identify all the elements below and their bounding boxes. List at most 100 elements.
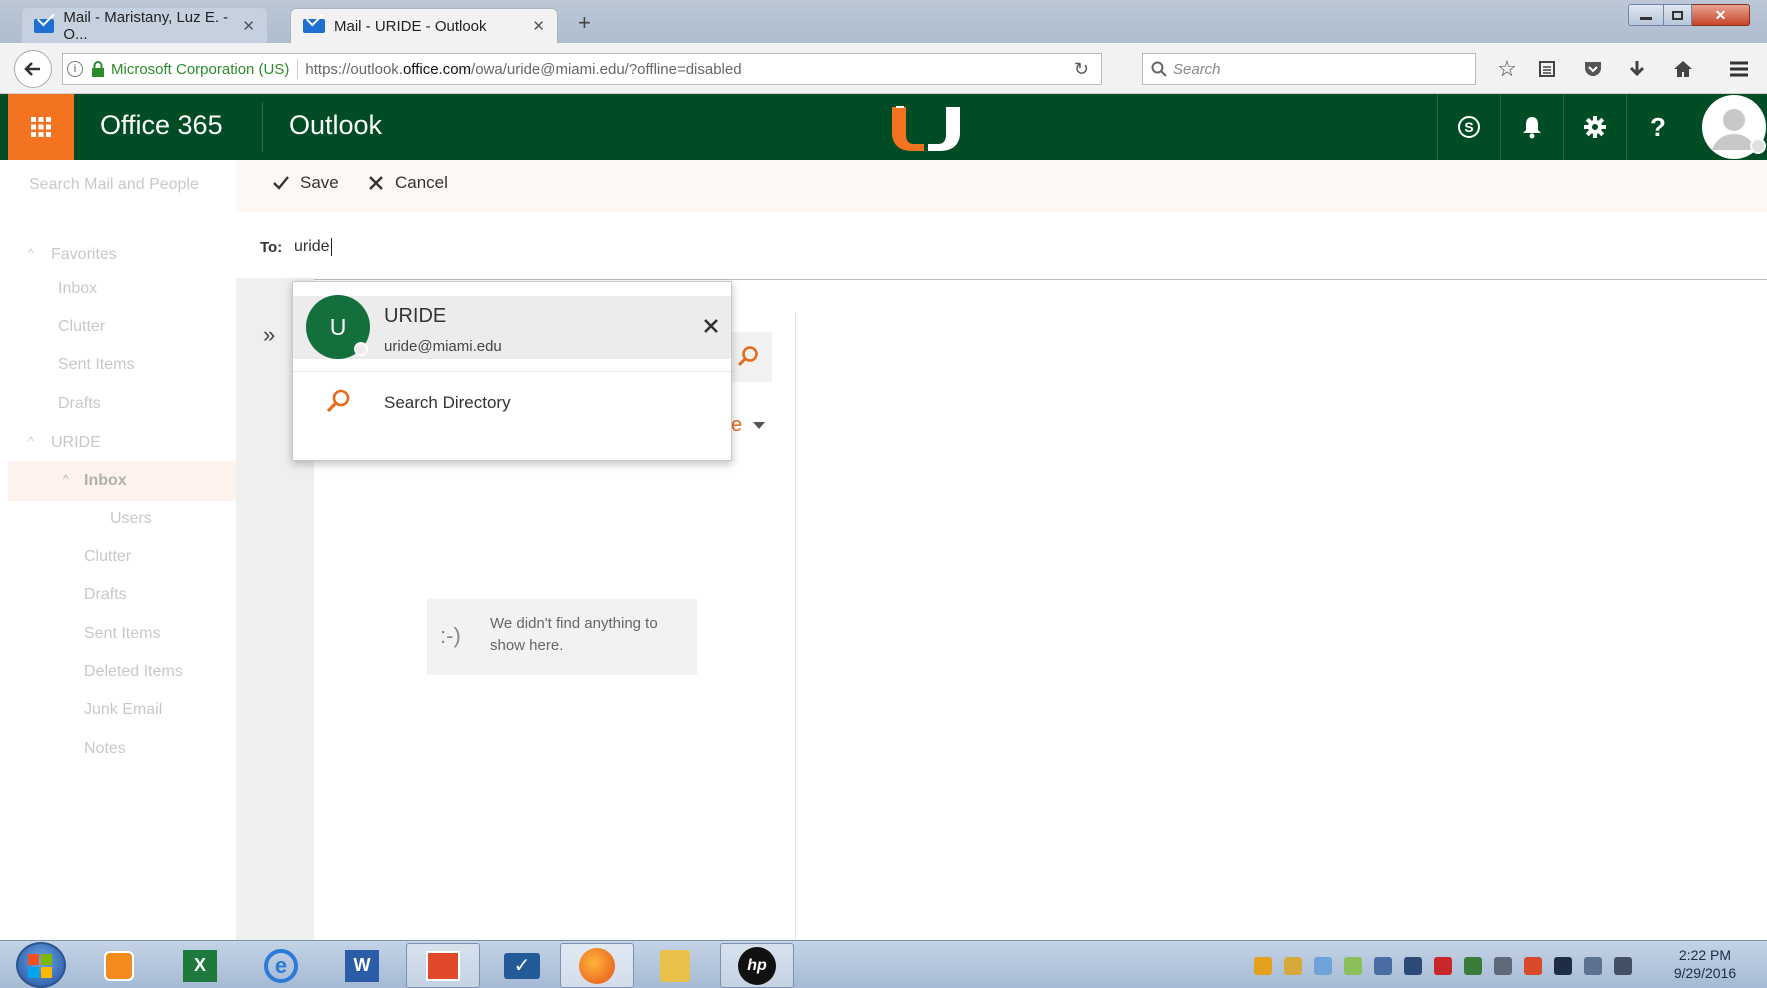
bell-icon[interactable] [1500,94,1563,160]
to-recipient-input[interactable]: uride [294,238,332,256]
save-button[interactable]: Save [272,173,339,193]
command-bar [236,160,1767,212]
reload-icon[interactable]: ↻ [1074,59,1089,80]
taskbar-tasks-icon[interactable]: ✓ [485,943,559,988]
windows-logo-icon [28,954,52,978]
search-icon [326,389,350,413]
search-icon [1151,61,1167,77]
taskbar-hp-icon[interactable]: hp [720,943,794,988]
skype-icon[interactable]: S [1437,94,1500,160]
favorites-header[interactable]: Favorites [51,246,117,264]
tab-title: Mail - URIDE - Outlook [334,17,487,35]
minimize-icon[interactable] [1628,4,1664,26]
gear-icon[interactable] [1563,94,1626,160]
favorite-sent-items[interactable]: Sent Items [58,356,134,374]
close-icon [369,176,383,190]
folder-deleted-items[interactable]: Deleted Items [84,663,183,681]
suggestion-row[interactable]: U URIDE uride@miami.edu [293,295,731,359]
help-icon[interactable]: ? [1626,94,1689,160]
collapse-icon[interactable]: ^ [28,434,34,448]
browser-search-input[interactable]: Search [1142,53,1476,85]
search-icon [737,346,758,367]
favorite-drafts[interactable]: Drafts [58,395,101,413]
reading-list-icon[interactable] [1532,56,1562,82]
tray-icon[interactable] [1314,957,1332,975]
search-mail-input[interactable]: Search Mail and People [29,176,199,194]
start-button[interactable] [16,942,66,988]
lock-icon [92,61,104,77]
tray-icon[interactable] [1464,957,1482,975]
taskbar-ie-icon[interactable]: e [244,943,318,988]
folder-pane: Search Mail and People ^ Favorites Inbox… [8,160,236,940]
taskbar-outlook-icon[interactable] [406,943,480,988]
suggestion-name: URIDE [384,305,447,327]
mail-icon [34,18,55,33]
tray-icon[interactable] [1254,957,1272,975]
expand-pane-icon[interactable]: » [263,322,275,348]
filter-label-partial[interactable]: e [731,414,742,437]
remove-suggestion-icon[interactable] [703,318,719,339]
close-tab-icon[interactable]: ✕ [532,17,545,35]
empty-state-message: We didn't find anything to show here. [490,615,658,654]
pocket-icon[interactable] [1578,56,1608,82]
account-header[interactable]: URIDE [51,434,101,452]
browser-tab-inactive[interactable]: Mail - Maristany, Luz E. - O... ✕ [22,8,267,43]
tray-icon[interactable] [1404,957,1422,975]
collapse-icon[interactable]: ^ [28,246,34,260]
menu-icon[interactable] [1724,56,1754,82]
taskbar-firefox-icon[interactable] [560,943,634,988]
favorite-inbox[interactable]: Inbox [58,280,97,298]
tray-icon[interactable] [1284,957,1302,975]
app-title[interactable]: Outlook [289,110,382,141]
folder-junk-email[interactable]: Junk Email [84,701,162,719]
restore-icon[interactable] [1664,4,1692,26]
search-placeholder: Search [1173,60,1221,78]
tray-icon[interactable] [1374,957,1392,975]
checkmark-icon [273,176,289,190]
suite-title[interactable]: Office 365 [100,110,223,141]
browser-tab-active[interactable]: Mail - URIDE - Outlook ✕ [290,8,558,43]
favorite-clutter[interactable]: Clutter [58,318,105,336]
taskbar-media-player-icon[interactable] [82,943,156,988]
tray-icon[interactable] [1434,957,1452,975]
flag-icon[interactable] [1614,957,1632,975]
chevron-down-icon[interactable] [753,422,765,429]
folder-sent-items[interactable]: Sent Items [84,625,160,643]
folder-users[interactable]: Users [110,510,152,528]
tray-icon[interactable] [1494,957,1512,975]
url-bar[interactable]: i Microsoft Corporation (US) https://out… [62,53,1102,85]
url-path: /owa/uride@miami.edu/?offline=disabled [471,60,742,78]
clock-date: 9/29/2016 [1673,965,1737,981]
back-arrow-icon [24,62,40,76]
folder-clutter[interactable]: Clutter [84,548,131,566]
url-prefix: https://outlook. [305,60,403,78]
cancel-button[interactable]: Cancel [368,173,448,193]
info-icon[interactable]: i [67,61,83,77]
avatar[interactable] [1694,94,1767,160]
back-button[interactable] [14,50,52,88]
folder-inbox[interactable]: Inbox [84,472,127,490]
new-tab-button[interactable]: + [578,10,591,36]
taskbar-folder-icon[interactable] [638,943,712,988]
to-label: To: [260,239,283,256]
taskbar-word-icon[interactable]: W [325,943,399,988]
downloads-icon[interactable] [1622,56,1652,82]
home-icon[interactable] [1668,56,1698,82]
folder-drafts[interactable]: Drafts [84,586,127,604]
search-directory-item[interactable]: Search Directory [293,374,731,432]
collapse-icon[interactable]: ^ [63,472,69,486]
close-window-icon[interactable]: ✕ [1692,4,1750,26]
app-launcher-icon[interactable] [8,94,74,160]
suggestion-email: uride@miami.edu [384,338,502,355]
tray-icon[interactable] [1344,957,1362,975]
network-icon[interactable] [1584,957,1602,975]
clock-time: 2:22 PM [1678,947,1732,963]
bookmark-star-icon[interactable]: ☆ [1492,56,1522,82]
clock[interactable]: 2:22 PM 9/29/2016 [1660,946,1750,982]
emoticon: :-) [440,623,461,648]
folder-notes[interactable]: Notes [84,740,126,758]
close-tab-icon[interactable]: ✕ [242,17,255,35]
tray-icon[interactable] [1554,957,1572,975]
taskbar-excel-icon[interactable]: X [163,943,237,988]
tray-icon[interactable] [1524,957,1542,975]
